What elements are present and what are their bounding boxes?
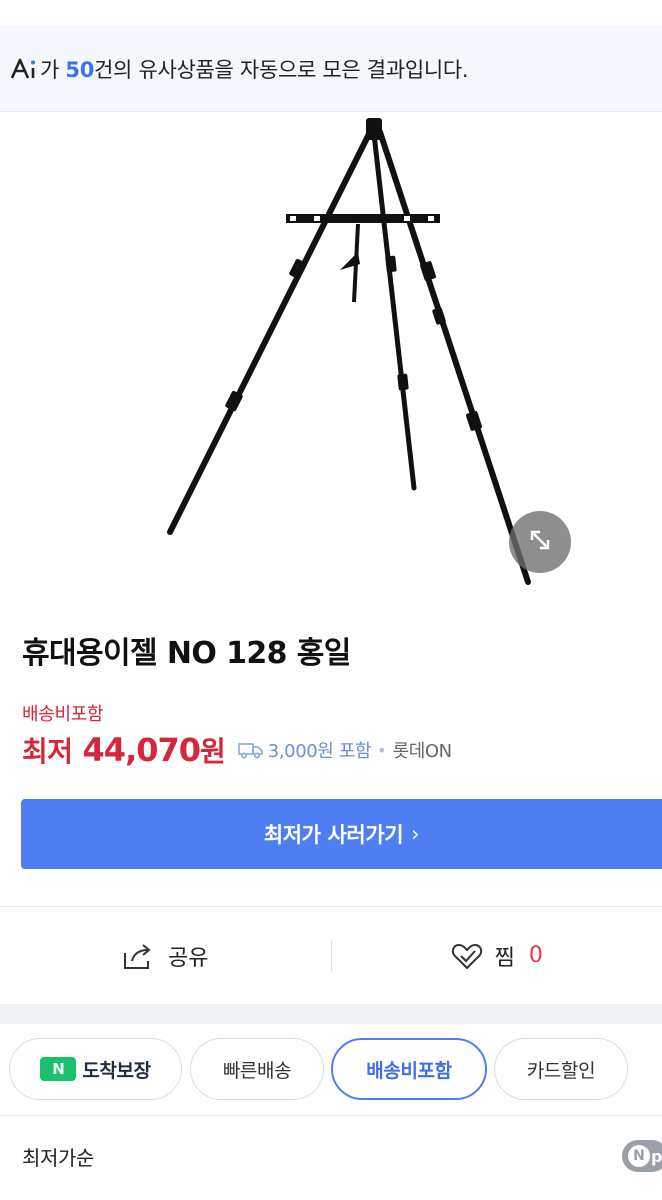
heart-check-icon [451, 941, 483, 971]
shipping-fee: 3,000원 포함 [237, 737, 372, 763]
product-title: 휴대용이젤 NO 128 홍일 [22, 636, 351, 671]
share-button[interactable]: 공유 [0, 940, 331, 972]
np-badge[interactable]: N p [622, 1140, 662, 1172]
like-count: 0 [528, 943, 543, 968]
buy-lowest-price-button[interactable]: 최저가 사러가기 › [21, 799, 662, 869]
action-row: 공유 찜 0 [0, 906, 662, 1004]
section-divider [0, 1004, 662, 1024]
ai-logo [10, 54, 40, 84]
like-button[interactable]: 찜 0 [332, 940, 662, 972]
ai-banner: 가 50건의 유사상품을 자동으로 모은 결과입니다. [0, 26, 662, 112]
sort-lowest-price[interactable]: 최저가순 [22, 1142, 94, 1171]
filter-chip-shipping-included[interactable]: 배송비포함 [331, 1038, 487, 1100]
price-prefix: 최저 [22, 735, 73, 768]
filter-chip-arrival-guarantee[interactable]: N 도착보장 [9, 1038, 182, 1100]
price-row: 최저 44,070 원 3,000원 포함 • 롯데ON [22, 730, 452, 770]
arrival-guarantee-icon: N [40, 1057, 77, 1081]
price-value: 44,070 [82, 731, 201, 769]
filter-chip-card-discount[interactable]: 카드할인 [494, 1038, 628, 1100]
status-gap [0, 0, 662, 26]
ai-banner-text: 가 50건의 유사상품을 자동으로 모은 결과입니다. [40, 57, 469, 82]
easel-image [167, 118, 531, 585]
shipping-included-note: 배송비포함 [22, 704, 104, 725]
share-icon [122, 941, 156, 971]
zoom-button[interactable] [509, 511, 571, 573]
filter-chip-fast-delivery[interactable]: 빠른배송 [190, 1038, 324, 1100]
ai-result-count: 50 [65, 57, 95, 82]
price-unit: 원 [200, 735, 226, 768]
filter-chips: N 도착보장 빠른배송 배송비포함 카드할인 [0, 1024, 662, 1116]
seller-name[interactable]: 롯데ON [393, 737, 453, 763]
chevron-right-icon: › [411, 822, 420, 846]
truck-icon [237, 741, 264, 759]
separator-dot: • [377, 740, 387, 760]
expand-icon [526, 526, 554, 558]
product-image[interactable] [108, 112, 590, 590]
